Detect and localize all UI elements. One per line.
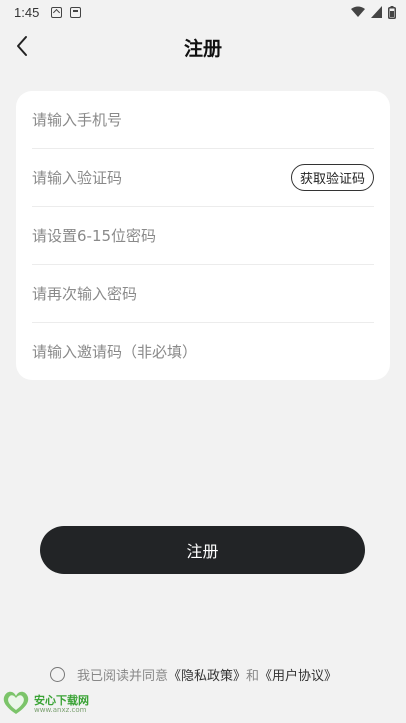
password-input[interactable] xyxy=(32,226,374,245)
invite-row xyxy=(32,323,374,381)
a-box-icon xyxy=(51,6,63,18)
phone-input[interactable] xyxy=(32,110,374,129)
watermark-text: 安心下载网 www.anxz.com xyxy=(34,695,89,715)
agree-checkbox[interactable] xyxy=(50,666,65,682)
confirm-password-input[interactable] xyxy=(32,284,374,303)
get-code-button[interactable]: 获取验证码 xyxy=(290,164,374,191)
register-button[interactable]: 注册 xyxy=(40,526,365,574)
agreement-prefix: 我已阅读并同意 xyxy=(77,668,169,684)
confirm-password-row xyxy=(32,265,374,323)
verification-code-input[interactable] xyxy=(32,168,283,187)
status-time: 1:45 xyxy=(14,4,40,20)
agreement-row: 我已阅读并同意 《隐私政策》 和 《用户协议》 xyxy=(50,664,337,684)
phone-row xyxy=(32,91,374,149)
wifi-icon xyxy=(351,6,365,18)
privacy-policy-link[interactable]: 《隐私政策》 xyxy=(168,665,246,684)
register-form-card: 获取验证码 xyxy=(16,91,390,380)
agreement-and: 和 xyxy=(246,668,260,684)
battery-icon xyxy=(388,5,396,19)
password-row xyxy=(32,207,374,265)
watermark-url: www.anxz.com xyxy=(34,706,87,715)
status-bar: 1:45 xyxy=(0,0,406,24)
invite-code-input[interactable] xyxy=(32,343,374,361)
header: 注册 xyxy=(0,28,406,68)
page-title: 注册 xyxy=(183,38,222,60)
image-box-icon xyxy=(70,6,82,18)
heart-logo-icon xyxy=(2,690,30,720)
code-row: 获取验证码 xyxy=(32,149,374,207)
signal-icon xyxy=(371,6,382,18)
watermark: 安心下载网 www.anxz.com xyxy=(2,690,89,720)
status-right-icons xyxy=(351,5,396,19)
user-agreement-link[interactable]: 《用户协议》 xyxy=(259,665,337,684)
